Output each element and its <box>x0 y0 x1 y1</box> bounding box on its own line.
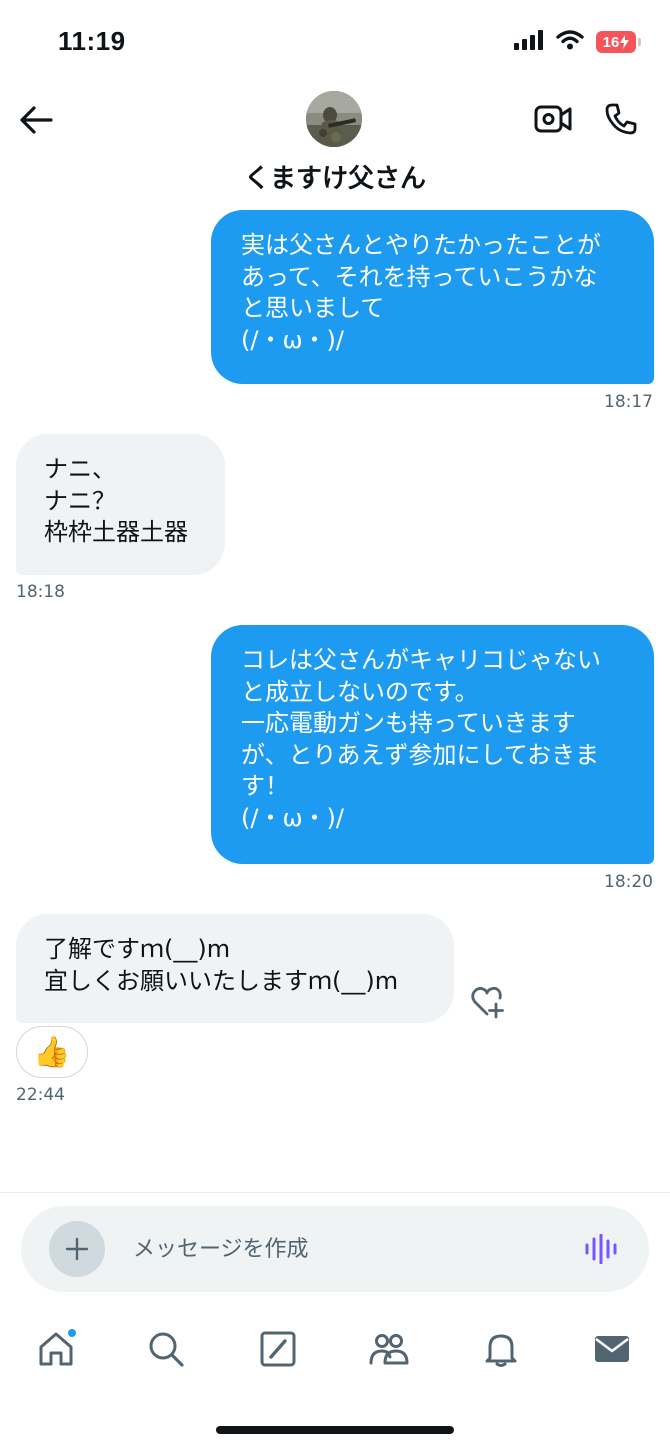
home-indicator[interactable] <box>216 1426 454 1434</box>
add-media-button[interactable] <box>49 1221 105 1277</box>
status-indicators: 16 <box>514 30 641 54</box>
voice-waveform-icon <box>585 1234 617 1264</box>
plus-icon <box>65 1237 89 1261</box>
cellular-signal-icon <box>514 30 544 54</box>
voice-call-button[interactable] <box>598 96 644 142</box>
search-icon <box>149 1332 184 1367</box>
add-reaction-button[interactable] <box>468 982 508 1022</box>
nav-grok[interactable] <box>255 1326 301 1372</box>
conversation-title[interactable]: くますけ父さん <box>0 158 670 195</box>
message-composer <box>21 1206 649 1292</box>
nav-messages[interactable] <box>589 1326 635 1372</box>
message-bubble-outgoing[interactable]: コレは父さんがキャリコじゃない と成立しないのです。 一応電動ガンも持っていきま… <box>211 625 654 864</box>
profile-photo <box>306 91 362 147</box>
bottom-navigation <box>0 1318 670 1380</box>
charging-bolt-icon <box>620 35 630 49</box>
nav-communities[interactable] <box>366 1326 412 1372</box>
heart-plus-icon <box>471 986 504 1019</box>
wifi-icon <box>556 30 584 54</box>
composer-divider <box>0 1192 670 1193</box>
grok-icon <box>260 1331 296 1367</box>
video-camera-icon <box>534 105 572 133</box>
video-call-button[interactable] <box>530 96 576 142</box>
back-arrow-icon <box>20 106 53 134</box>
back-button[interactable] <box>16 100 56 140</box>
voice-message-button[interactable] <box>583 1232 619 1266</box>
status-bar: 11:19 16 <box>0 0 670 88</box>
messages-icon <box>595 1336 629 1362</box>
message-input[interactable] <box>133 1228 563 1270</box>
reaction-badge[interactable]: 👍 <box>16 1026 88 1078</box>
message-bubble-incoming[interactable]: ナニ、 ナニ？ 枠枠土器土器 <box>16 434 225 575</box>
message-timestamp: 18:20 <box>604 872 653 892</box>
communities-icon <box>369 1334 409 1365</box>
notifications-icon <box>485 1334 517 1367</box>
message-bubble-incoming[interactable]: 了解ですｍ(__)m 宜しくお願いいたしますｍ(__)m <box>16 914 454 1023</box>
message-timestamp: 22:44 <box>16 1085 65 1105</box>
battery-icon: 16 <box>596 31 641 53</box>
message-timestamp: 18:18 <box>16 582 65 602</box>
status-time: 11:19 <box>58 26 126 56</box>
conversation-header: くますけ父さん <box>0 88 670 200</box>
nav-search[interactable] <box>143 1326 189 1372</box>
message-bubble-outgoing[interactable]: 実は父さんとやりたかったことが あって、それを持っていこうかな と思いまして (… <box>211 210 654 384</box>
phone-icon <box>605 103 637 135</box>
thumbs-up-emoji: 👍 <box>33 1034 71 1070</box>
nav-home[interactable] <box>33 1326 79 1372</box>
battery-level: 16 <box>602 33 620 51</box>
notification-dot <box>67 1328 77 1338</box>
nav-notifications[interactable] <box>478 1326 524 1372</box>
message-timestamp: 18:17 <box>604 392 653 412</box>
avatar[interactable] <box>306 91 362 147</box>
